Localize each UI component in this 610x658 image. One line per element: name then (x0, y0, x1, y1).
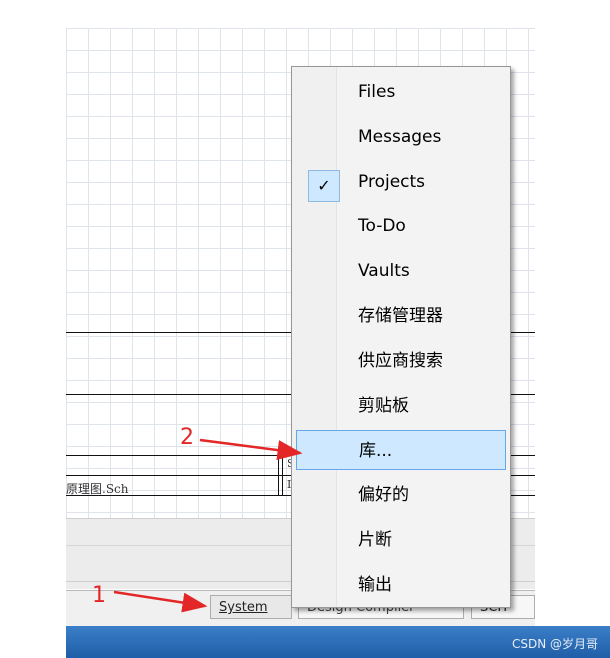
annotation-number-2: 2 (180, 425, 194, 450)
annotation-number-1: 1 (92, 583, 106, 608)
annotation-arrow-1 (113, 590, 208, 613)
annotation-arrow-2 (199, 438, 303, 461)
annotation-arrows (113, 438, 303, 613)
